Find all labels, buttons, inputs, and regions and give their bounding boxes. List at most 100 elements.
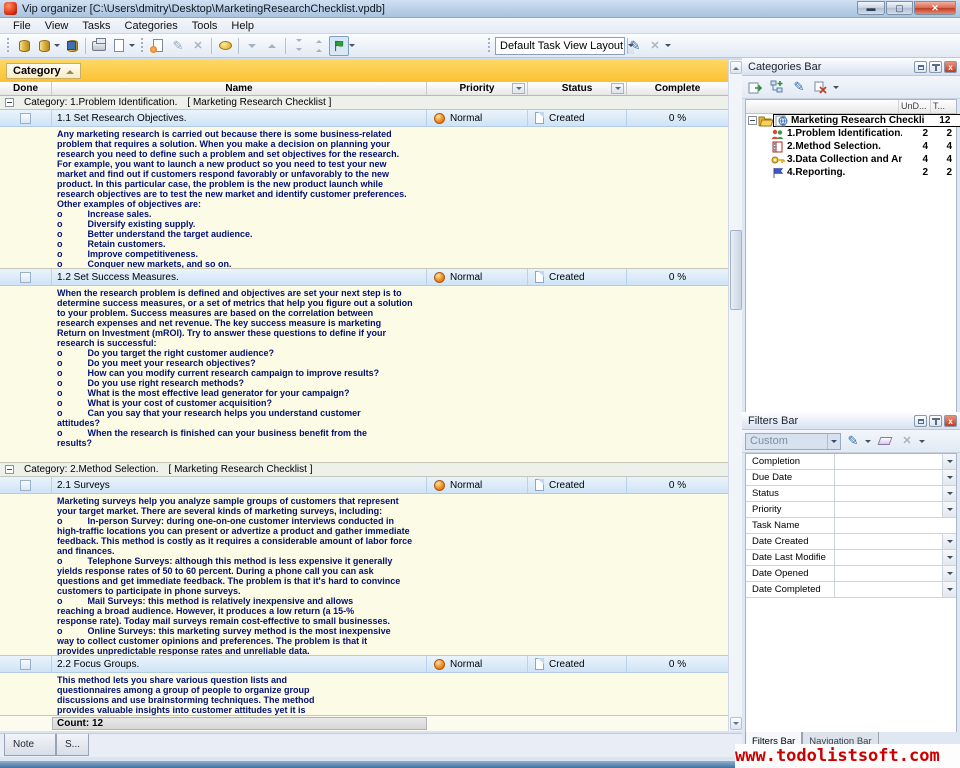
tree-item-category[interactable]: 1.Problem Identification. 2 2	[746, 127, 956, 140]
maximize-button[interactable]: ▢	[886, 1, 913, 15]
filter-preset-dropdown[interactable]	[827, 434, 840, 449]
menu-tools[interactable]: Tools	[185, 19, 225, 33]
open-database-caret[interactable]	[54, 44, 60, 50]
layout-combo[interactable]: Default Task View Layout	[495, 37, 625, 55]
new-database-button[interactable]	[14, 36, 34, 56]
filter-value[interactable]	[834, 470, 942, 485]
tree-item-category[interactable]: 3.Data Collection and Analy 4 4	[746, 153, 956, 166]
add-task-button[interactable]	[148, 36, 168, 56]
menu-tasks[interactable]: Tasks	[75, 19, 117, 33]
task-status-cell[interactable]: Created	[528, 656, 627, 672]
task-priority-cell[interactable]: Normal	[427, 477, 528, 493]
task-status-cell[interactable]: Created	[528, 269, 627, 285]
edit-task-button[interactable]: ✎	[168, 36, 188, 56]
filter-value[interactable]	[834, 502, 942, 517]
status-filter-button[interactable]	[611, 83, 624, 94]
task-name-cell[interactable]: 2.1 Surveys	[52, 477, 427, 493]
filter-value[interactable]	[834, 534, 942, 549]
tree-header-total[interactable]: T...	[930, 100, 956, 113]
close-button[interactable]: ✕	[914, 1, 956, 15]
filter-dropdown-button[interactable]	[942, 486, 956, 501]
task-row[interactable]: 1.1 Set Research Objectives. Normal Crea…	[0, 110, 728, 127]
task-checkbox[interactable]	[20, 272, 31, 283]
highlight-button[interactable]	[215, 36, 235, 56]
task-checkbox[interactable]	[20, 113, 31, 124]
task-row[interactable]: 1.2 Set Success Measures. Normal Created…	[0, 269, 728, 286]
priority-filter-button[interactable]	[512, 83, 525, 94]
task-complete-cell[interactable]: 0 %	[627, 656, 728, 672]
collapse-tree-icon[interactable]	[748, 116, 757, 125]
task-priority-cell[interactable]: Normal	[427, 656, 528, 672]
tab-note[interactable]: Note	[4, 734, 56, 756]
save-database-button[interactable]	[62, 36, 82, 56]
task-name-cell[interactable]: 1.1 Set Research Objectives.	[52, 110, 427, 126]
move-top-button[interactable]	[309, 36, 329, 56]
filter-dropdown-button[interactable]	[942, 550, 956, 565]
task-description[interactable]: Any marketing research is carried out be…	[0, 127, 728, 269]
task-complete-cell[interactable]: 0 %	[627, 477, 728, 493]
move-down-button[interactable]	[242, 36, 262, 56]
menu-view[interactable]: View	[38, 19, 76, 33]
panel-pin-button[interactable]	[929, 61, 942, 73]
save-filter-caret[interactable]	[865, 440, 871, 446]
column-header-status[interactable]: Status	[528, 82, 627, 95]
task-priority-cell[interactable]: Normal	[427, 110, 528, 126]
tab-s[interactable]: S...	[56, 734, 89, 756]
move-up-button[interactable]	[262, 36, 282, 56]
toolbar-grip-3[interactable]	[487, 38, 492, 54]
filter-dropdown-button[interactable]	[942, 502, 956, 517]
toolbar-grip[interactable]	[6, 38, 11, 54]
column-header-name[interactable]: Name	[52, 82, 427, 95]
scrollbar-thumb[interactable]	[730, 230, 742, 310]
filter-value[interactable]	[834, 566, 942, 581]
filters-toolbar-caret[interactable]	[919, 440, 925, 446]
toolbar-grip-2[interactable]	[140, 38, 145, 54]
task-checkbox[interactable]	[20, 480, 31, 491]
task-description[interactable]: This method lets you share various quest…	[0, 673, 728, 715]
group-row[interactable]: Category: 1.Problem Identification. [ Ma…	[0, 96, 728, 110]
delete-task-button[interactable]: ✕	[188, 36, 208, 56]
panel-pin-button[interactable]	[929, 415, 942, 427]
filter-value[interactable]	[834, 582, 942, 597]
filter-dropdown-button[interactable]	[942, 582, 956, 597]
panel-close-button[interactable]: x	[944, 415, 957, 427]
print-preview-button[interactable]	[109, 36, 129, 56]
filter-dropdown-button[interactable]	[942, 566, 956, 581]
task-checkbox[interactable]	[20, 659, 31, 670]
tree-header-name[interactable]	[746, 100, 898, 113]
task-complete-cell[interactable]: 0 %	[627, 110, 728, 126]
layout-overflow-caret[interactable]	[665, 44, 671, 50]
menu-categories[interactable]: Categories	[118, 19, 185, 33]
menu-file[interactable]: File	[6, 19, 38, 33]
task-name-cell[interactable]: 2.2 Focus Groups.	[52, 656, 427, 672]
scroll-up-button[interactable]	[730, 61, 742, 74]
filter-dropdown-button[interactable]	[942, 454, 956, 469]
print-options-caret[interactable]	[129, 44, 135, 50]
delete-category-button[interactable]	[811, 78, 831, 96]
collapse-group-icon[interactable]	[5, 98, 14, 107]
flag-view-button[interactable]	[329, 36, 349, 56]
filter-value[interactable]	[834, 454, 942, 469]
add-category-button[interactable]	[767, 78, 787, 96]
task-row[interactable]: 2.2 Focus Groups. Normal Created 0 %	[0, 656, 728, 673]
task-complete-cell[interactable]: 0 %	[627, 269, 728, 285]
filter-value[interactable]	[834, 518, 956, 533]
tree-item-category[interactable]: 2.Method Selection. 4 4	[746, 140, 956, 153]
menu-help[interactable]: Help	[224, 19, 261, 33]
task-priority-cell[interactable]: Normal	[427, 269, 528, 285]
delete-filter-button[interactable]: ✕	[897, 432, 917, 450]
categories-toolbar-caret[interactable]	[833, 86, 839, 92]
task-status-cell[interactable]: Created	[528, 477, 627, 493]
tree-header-undone[interactable]: UnD...	[898, 100, 930, 113]
edit-category-button[interactable]: ✎	[789, 78, 809, 96]
group-row[interactable]: Category: 2.Method Selection. [ Marketin…	[0, 463, 728, 477]
task-name-cell[interactable]: 1.2 Set Success Measures.	[52, 269, 427, 285]
save-layout-button[interactable]: ✎	[625, 36, 645, 56]
grid-scrollbar[interactable]	[728, 60, 742, 731]
add-tasklist-button[interactable]	[745, 78, 765, 96]
minimize-button[interactable]: ▬	[857, 1, 885, 15]
delete-layout-button[interactable]: ✕	[645, 36, 665, 56]
column-header-complete[interactable]: Complete	[627, 82, 728, 95]
task-description[interactable]: When the research problem is defined and…	[0, 286, 728, 463]
filter-dropdown-button[interactable]	[942, 470, 956, 485]
